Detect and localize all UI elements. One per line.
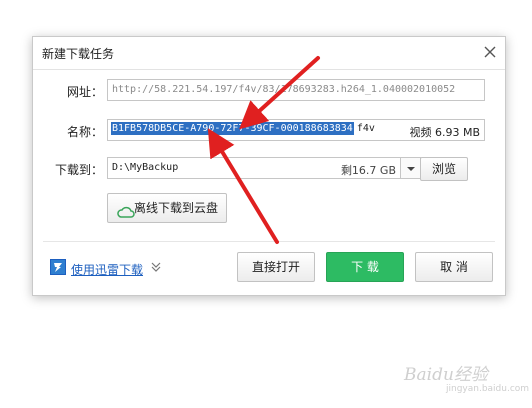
url-value: http://58.221.54.197/f4v/83/178693283.h2…: [112, 84, 456, 95]
chevron-down-icon: [407, 167, 415, 171]
cloud-icon: [117, 201, 135, 229]
name-label: 名称：: [66, 125, 103, 139]
thunder-icon: [50, 259, 66, 278]
download-label: 下 载: [351, 260, 379, 274]
url-input[interactable]: http://58.221.54.197/f4v/83/178693283.h2…: [107, 79, 485, 101]
path-dropdown-button[interactable]: [401, 157, 421, 179]
path-value: D:\MyBackup: [112, 162, 179, 173]
name-selected-text: B1FB578DB5CE-A790-72F7-39CF-000188683834: [111, 122, 354, 135]
baidu-watermark-sub: jingyan.baidu.com: [446, 384, 530, 394]
dialog-title: 新建下载任务: [42, 47, 115, 61]
new-download-dialog: 新建下载任务 网址： http://58.221.54.197/f4v/83/1…: [32, 36, 506, 296]
divider: [43, 241, 495, 242]
dialog-titlebar: 新建下载任务: [33, 37, 505, 70]
cloud-download-label: 离线下载到云盘: [133, 201, 218, 215]
browse-label: 浏览: [431, 162, 456, 176]
cancel-label: 取 消: [440, 260, 468, 274]
free-space: 剩16.7 GB: [340, 164, 396, 177]
open-directly-label: 直接打开: [251, 260, 300, 274]
url-label: 网址：: [66, 85, 103, 99]
name-input[interactable]: B1FB578DB5CE-A790-72F7-39CF-000188683834…: [107, 119, 485, 141]
double-chevron-down-icon[interactable]: [151, 261, 161, 276]
cancel-button[interactable]: 取 消: [415, 252, 493, 282]
close-icon[interactable]: [481, 43, 499, 61]
name-extension: f4v: [356, 123, 375, 134]
file-size: 6.93 MB: [434, 126, 480, 139]
file-type: 视频: [409, 126, 432, 139]
baidu-watermark: Baidu经验: [404, 365, 488, 385]
browse-button[interactable]: 浏览: [420, 157, 468, 181]
download-button[interactable]: 下 载: [326, 252, 404, 282]
path-input[interactable]: D:\MyBackup 剩16.7 GB: [107, 157, 401, 179]
path-label: 下载到：: [54, 163, 103, 177]
open-directly-button[interactable]: 直接打开: [237, 252, 315, 282]
use-thunder-link[interactable]: 使用迅雷下载: [71, 261, 143, 278]
cloud-download-button[interactable]: 离线下载到云盘: [107, 193, 227, 223]
file-meta: 视频 6.93 MB: [405, 124, 480, 140]
